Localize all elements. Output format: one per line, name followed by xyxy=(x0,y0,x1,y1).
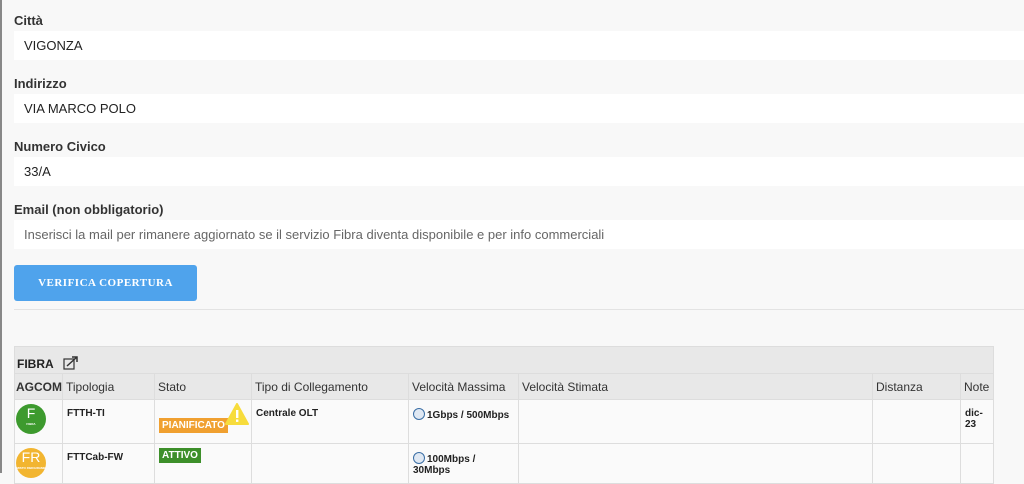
email-label: Email (non obbligatorio) xyxy=(14,202,164,217)
address-input[interactable] xyxy=(14,94,1024,123)
city-input[interactable] xyxy=(14,31,1024,60)
city-label: Città xyxy=(14,13,43,28)
address-label: Indirizzo xyxy=(14,76,67,91)
coverage-table: FIBRA AGCOM Tipologia Stato Tipo di Coll… xyxy=(14,346,994,484)
warning-icon xyxy=(225,403,249,428)
status-badge: ATTIVO xyxy=(159,448,201,463)
table-caption: FIBRA xyxy=(15,347,994,374)
divider xyxy=(14,309,1024,310)
email-input[interactable] xyxy=(14,220,1024,249)
agcom-fibra-icon: FFIBRA xyxy=(16,404,46,434)
header-distanza: Distanza xyxy=(873,374,961,400)
header-agcom: AGCOM xyxy=(15,374,63,400)
tipologia-cell: FTTH-TI xyxy=(63,400,155,444)
status-badge: PIANIFICATO xyxy=(159,418,228,433)
distanza-cell xyxy=(873,400,961,444)
speed-gauge-icon xyxy=(413,452,425,464)
verify-coverage-button[interactable]: VERIFICA COPERTURA xyxy=(14,265,197,301)
table-row: FFIBRA FTTH-TI PIANIFICATO Centrale OLT … xyxy=(15,400,994,444)
agcom-misto-icon: FRMISTO FIBRA/RAME xyxy=(16,448,46,478)
table-row: FRMISTO FIBRA/RAME FTTCab-FW ATTIVO 100M… xyxy=(15,444,994,484)
number-label: Numero Civico xyxy=(14,139,106,154)
velocita-stimata-cell xyxy=(519,444,873,484)
speed-gauge-icon xyxy=(413,408,425,420)
collegamento-cell: Centrale OLT xyxy=(252,400,409,444)
note-cell xyxy=(961,444,994,484)
velocita-stimata-cell xyxy=(519,400,873,444)
header-stato: Stato xyxy=(155,374,252,400)
note-cell: dic-23 xyxy=(961,400,994,444)
expand-icon[interactable] xyxy=(63,356,79,373)
header-velocita-stimata: Velocità Stimata xyxy=(519,374,873,400)
tipologia-cell: FTTCab-FW xyxy=(63,444,155,484)
header-tipo-collegamento: Tipo di Collegamento xyxy=(252,374,409,400)
header-note: Note xyxy=(961,374,994,400)
header-velocita-massima: Velocità Massima xyxy=(409,374,519,400)
distanza-cell xyxy=(873,444,961,484)
civic-number-input[interactable] xyxy=(14,157,1024,186)
header-tipologia: Tipologia xyxy=(63,374,155,400)
collegamento-cell xyxy=(252,444,409,484)
